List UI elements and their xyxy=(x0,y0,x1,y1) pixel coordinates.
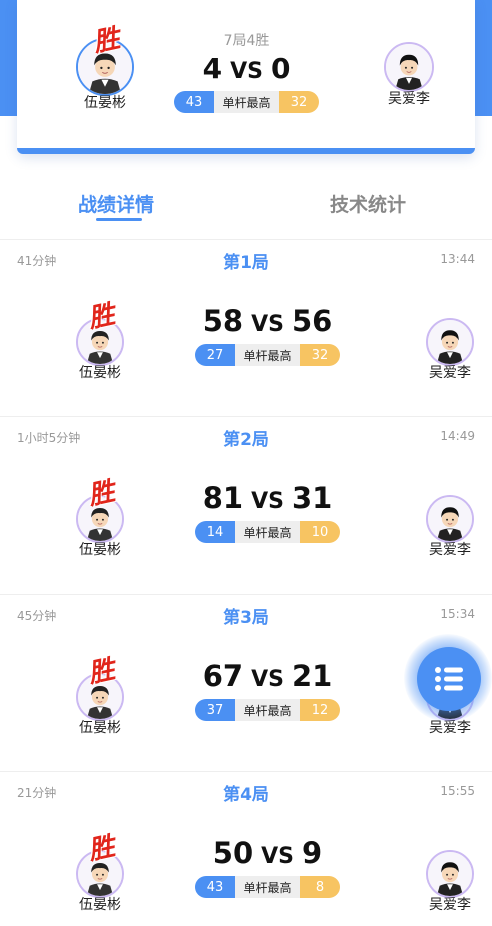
vs-label: VS xyxy=(261,844,295,869)
best-break-left: 43 xyxy=(174,91,214,113)
frame-player-right[interactable]: 吴爱李 xyxy=(410,318,490,382)
best-break-left: 14 xyxy=(195,521,235,543)
active-tab-indicator xyxy=(96,218,142,221)
best-break-left: 27 xyxy=(195,344,235,366)
player-name: 伍晏彬 xyxy=(79,720,121,736)
best-break-right: 12 xyxy=(300,699,340,721)
player-avatar-icon xyxy=(428,852,472,896)
best-break-label: 单杆最高 xyxy=(214,91,279,113)
score-left: 81 xyxy=(202,481,244,515)
score-right: 9 xyxy=(302,836,323,870)
player-avatar-icon xyxy=(428,497,472,541)
best-break-pill: 14 单杆最高 10 xyxy=(195,521,340,543)
vs-label: VS xyxy=(251,489,284,514)
best-break-pill: 27 单杆最高 32 xyxy=(195,344,340,366)
frame-score: 58 VS 56 xyxy=(195,304,340,338)
frame-time: 15:34 xyxy=(440,607,475,621)
frame-score-block: 81 VS 31 14 单杆最高 10 xyxy=(195,481,340,543)
frame-row[interactable]: 21分钟 第4局 15:55 伍晏彬 胜 50 VS 9 43 单杆最高 8 吴… xyxy=(0,771,492,926)
best-break-left: 43 xyxy=(195,876,235,898)
best-break-right: 32 xyxy=(279,91,319,113)
frame-score-block: 58 VS 56 27 单杆最高 32 xyxy=(195,304,340,366)
frame-title: 第3局 xyxy=(223,608,269,628)
frame-row[interactable]: 1小时5分钟 第2局 14:49 伍晏彬 胜 81 VS 31 14 单杆最高 … xyxy=(0,416,492,593)
vs-label: VS xyxy=(251,667,284,692)
best-break-right: 8 xyxy=(300,876,340,898)
frame-score-block: 50 VS 9 43 单杆最高 8 xyxy=(195,836,340,898)
player-name: 吴爱李 xyxy=(429,365,471,381)
tab-record-details[interactable]: 战绩详情 xyxy=(78,190,154,217)
best-break-pill: 37 单杆最高 12 xyxy=(195,699,340,721)
score-right: 56 xyxy=(291,304,333,338)
player-avatar xyxy=(426,495,474,543)
frame-score: 81 VS 31 xyxy=(195,481,340,515)
player-name: 伍晏彬 xyxy=(84,95,126,111)
frame-player-right[interactable]: 吴爱李 xyxy=(410,495,490,559)
summary-score: 4 VS 0 xyxy=(174,52,319,85)
player-avatar xyxy=(426,318,474,366)
list-menu-icon xyxy=(435,667,463,691)
match-format: 7局4胜 xyxy=(223,33,270,49)
best-break-right: 10 xyxy=(300,521,340,543)
frame-title: 第4局 xyxy=(223,785,269,805)
score-right: 0 xyxy=(270,52,291,85)
summary-score-block: 7局4胜 4 VS 0 43 单杆最高 32 xyxy=(174,30,319,113)
player-name: 伍晏彬 xyxy=(79,897,121,913)
summary-card-accent-bar xyxy=(17,148,475,154)
score-left: 50 xyxy=(212,836,254,870)
best-break-pill: 43 单杆最高 32 xyxy=(174,91,319,113)
score-right: 21 xyxy=(291,659,333,693)
best-break-label: 单杆最高 xyxy=(235,876,300,898)
player-name: 吴爱李 xyxy=(429,542,471,558)
player-avatar-icon xyxy=(428,320,472,364)
frame-score-block: 67 VS 21 37 单杆最高 12 xyxy=(195,659,340,721)
best-break-label: 单杆最高 xyxy=(235,344,300,366)
player-avatar xyxy=(384,42,434,92)
best-break-label: 单杆最高 xyxy=(235,521,300,543)
frame-row[interactable]: 41分钟 第1局 13:44 伍晏彬 胜 58 VS 56 27 单杆最高 32… xyxy=(0,239,492,416)
score-left: 67 xyxy=(202,659,244,693)
player-avatar xyxy=(426,850,474,898)
frame-time: 13:44 xyxy=(440,252,475,266)
frame-score: 50 VS 9 xyxy=(195,836,340,870)
player-name: 伍晏彬 xyxy=(79,365,121,381)
tab-bar: 战绩详情 技术统计 xyxy=(0,180,492,230)
vs-label: VS xyxy=(230,59,263,84)
match-summary-card: 伍晏彬 胜 7局4胜 4 VS 0 43 单杆最高 32 吴爱李 xyxy=(17,0,475,154)
player-name: 吴爱李 xyxy=(388,91,430,107)
best-break-label: 单杆最高 xyxy=(235,699,300,721)
player-avatar-icon xyxy=(386,44,432,90)
best-break-pill: 43 单杆最高 8 xyxy=(195,876,340,898)
tab-technical-stats[interactable]: 技术统计 xyxy=(330,190,406,217)
menu-fab-button[interactable] xyxy=(417,647,481,711)
frame-score: 67 VS 21 xyxy=(195,659,340,693)
frame-title: 第1局 xyxy=(223,253,269,273)
best-break-left: 37 xyxy=(195,699,235,721)
frame-time: 15:55 xyxy=(440,784,475,798)
vs-label: VS xyxy=(251,312,284,337)
player-name: 伍晏彬 xyxy=(79,542,121,558)
score-right: 31 xyxy=(291,481,333,515)
frame-time: 14:49 xyxy=(440,429,475,443)
score-left: 58 xyxy=(202,304,244,338)
frame-player-right[interactable]: 吴爱李 xyxy=(410,850,490,914)
frame-title: 第2局 xyxy=(223,430,269,450)
score-left: 4 xyxy=(202,52,223,85)
summary-player-right[interactable]: 吴爱李 xyxy=(369,42,449,108)
best-break-right: 32 xyxy=(300,344,340,366)
player-name: 吴爱李 xyxy=(429,897,471,913)
